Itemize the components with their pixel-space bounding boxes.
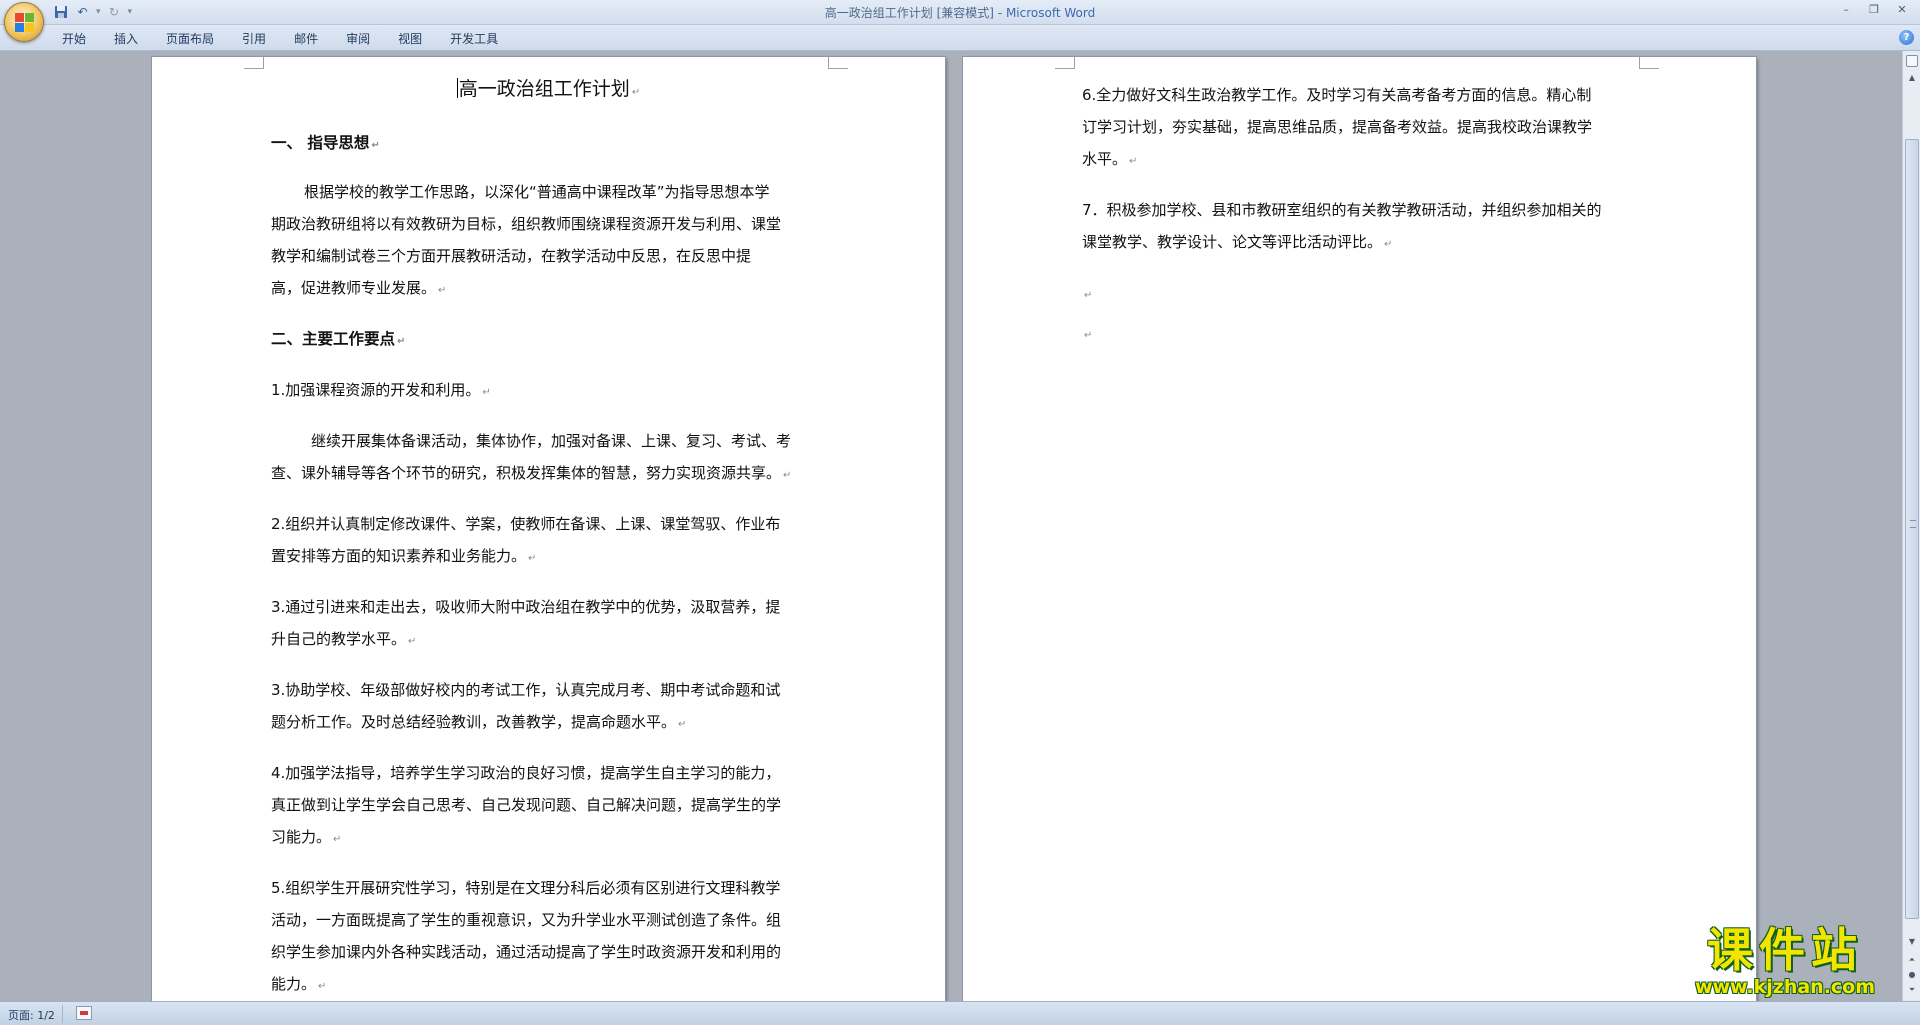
close-button[interactable]: ✕	[1888, 0, 1916, 18]
scroll-up-icon[interactable]: ▲	[1905, 71, 1919, 85]
crop-mark	[1055, 57, 1075, 69]
list-item-6: 6.全力做好文科生政治教学工作。及时学习有关高考备考方面的信息。精心制	[1082, 86, 1592, 104]
proofing-icon[interactable]	[76, 1006, 92, 1020]
help-icon[interactable]: ?	[1899, 30, 1914, 45]
app-name: Microsoft Word	[1005, 6, 1096, 20]
paragraph-line: 织学生参加课内外各种实践活动，通过活动提高了学生时政资源开发和利用的	[271, 943, 782, 961]
paragraph-line: 期政治教研组将以有效教研为目标，组织教师围绕课程资源开发与利用、课堂	[271, 215, 782, 233]
list-item-4: 4.加强学法指导，培养学生学习政治的良好习惯，提高学生自主学习的能力，	[271, 764, 781, 782]
scroll-down-icon[interactable]: ▼	[1905, 935, 1919, 949]
list-item-7: 7．积极参加学校、县和市教研室组织的有关教学教研活动，并组织参加相关的	[1082, 201, 1602, 219]
watermark-url: www.kjzhan.com	[1694, 976, 1876, 998]
empty-paragraph: ↵	[1084, 330, 1093, 341]
status-bar: 页面: 1/2	[0, 1001, 1920, 1025]
document-workspace: 高一政治组工作计划 ↵ 一、 指导思想 ↵ 根据学校的教学工作思路，以深化“普通高中…	[0, 51, 1902, 1001]
page-indicator[interactable]: 页面: 1/2	[8, 1007, 55, 1023]
office-button[interactable]	[4, 2, 44, 42]
list-item-3a: 3.通过引进来和走出去，吸收师大附中政治组在教学中的优势，汲取营养，提	[271, 598, 781, 616]
restore-button[interactable]: ❐	[1860, 0, 1888, 18]
next-page-icon[interactable]: ⏷	[1905, 983, 1919, 997]
tab-references[interactable]: 引用	[228, 30, 280, 48]
paragraph-line: 课堂教学、教学设计、论文等评比活动评比。 ↵	[1082, 233, 1393, 251]
window-title: 高一政治组工作计划 [兼容模式] - Microsoft Word	[0, 4, 1920, 21]
list-item-2: 2.组织并认真制定修改课件、学案，使教师在备课、上课、课堂驾驭、作业布	[271, 515, 781, 533]
tab-home[interactable]: 开始	[48, 30, 100, 48]
window-controls: – ❐ ✕	[1832, 0, 1916, 18]
tab-view[interactable]: 视图	[384, 30, 436, 48]
paragraph-line: 查、课外辅导等各个环节的研究，积极发挥集体的智慧，努力实现资源共享。 ↵	[271, 464, 792, 482]
paragraph-line: 高，促进教师专业发展。 ↵	[271, 279, 447, 297]
list-item-3b: 3.协助学校、年级部做好校内的考试工作，认真完成月考、期中考试命题和试	[271, 681, 781, 699]
paragraph-line: 活动，一方面既提高了学生的重视意识，又为升学业水平测试创造了条件。组	[271, 911, 782, 929]
crop-mark	[828, 57, 848, 69]
paragraph-line: 习能力。 ↵	[271, 828, 342, 846]
ribbon-tab-bar: 开始 插入 页面布局 引用 邮件 审阅 视图 开发工具 ?	[0, 25, 1920, 51]
text-cursor	[456, 78, 458, 98]
tab-mailings[interactable]: 邮件	[280, 30, 332, 48]
paragraph-line: 升自己的教学水平。 ↵	[271, 630, 417, 648]
tab-developer[interactable]: 开发工具	[436, 30, 512, 48]
paragraph-line: 根据学校的教学工作思路，以深化“普通高中课程改革”为指导思想本学	[304, 183, 770, 201]
vertical-scrollbar[interactable]: ▲ ▼ ⏶ ● ⏷	[1902, 51, 1920, 1001]
scrollbar-thumb[interactable]	[1905, 139, 1919, 919]
crop-mark	[1639, 57, 1659, 69]
empty-paragraph: ↵	[1084, 290, 1093, 301]
paragraph-line: 水平。 ↵	[1082, 150, 1138, 168]
minimize-button[interactable]: –	[1832, 0, 1860, 18]
page-1[interactable]: 高一政治组工作计划 ↵ 一、 指导思想 ↵ 根据学校的教学工作思路，以深化“普通高中…	[152, 57, 945, 1001]
paragraph-line: 订学习计划，夯实基础，提高思维品质，提高备考效益。提高我校政治课教学	[1082, 118, 1593, 136]
list-item-5: 5.组织学生开展研究性学习，特别是在文理分科后必须有区别进行文理科教学	[271, 879, 781, 897]
title-bar: ↶ ▾ ↻ ▾ 高一政治组工作计划 [兼容模式] - Microsoft Wor…	[0, 0, 1920, 42]
tab-page-layout[interactable]: 页面布局	[152, 30, 228, 48]
crop-mark	[244, 57, 264, 69]
grip-icon	[1910, 520, 1916, 528]
paragraph-line: 继续开展集体备课活动，集体协作，加强对备课、上课、复习、考试、考	[311, 432, 792, 450]
list-item-1: 1.加强课程资源的开发和利用。 ↵	[271, 381, 491, 399]
paragraph-line: 题分析工作。及时总结经验教训，改善教学，提高命题水平。 ↵	[271, 713, 687, 731]
tab-insert[interactable]: 插入	[100, 30, 152, 48]
paragraph-line: 教学和编制试卷三个方面开展教研活动，在教学活动中反思，在反思中提	[271, 247, 752, 265]
previous-page-icon[interactable]: ⏶	[1905, 953, 1919, 967]
status-divider	[62, 1005, 63, 1023]
title-separator: -	[993, 6, 1006, 20]
heading-guiding-thought: 一、 指导思想 ↵	[271, 134, 380, 152]
site-watermark: 课件站 www.kjzhan.com	[1665, 924, 1905, 1002]
select-browse-object-icon[interactable]: ●	[1905, 968, 1919, 982]
ribbon-tabs: 开始 插入 页面布局 引用 邮件 审阅 视图 开发工具	[48, 30, 512, 48]
office-logo-icon	[15, 13, 35, 33]
document-name: 高一政治组工作计划 [兼容模式]	[824, 6, 994, 20]
paragraph-line: 置安排等方面的知识素养和业务能力。 ↵	[271, 547, 537, 565]
heading-main-points: 二、主要工作要点 ↵	[271, 330, 406, 348]
paragraph-line: 真正做到让学生学会自己思考、自己发现问题、自己解决问题，提高学生的学	[271, 796, 782, 814]
watermark-logo-text: 课件站	[1707, 923, 1863, 977]
tab-review[interactable]: 审阅	[332, 30, 384, 48]
document-title: 高一政治组工作计划 ↵	[456, 78, 641, 100]
view-ruler-icon[interactable]	[1906, 55, 1918, 67]
page-2[interactable]: 6.全力做好文科生政治教学工作。及时学习有关高考备考方面的信息。精心制 订学习计…	[963, 57, 1756, 1001]
paragraph-line: 能力。 ↵	[271, 975, 327, 993]
